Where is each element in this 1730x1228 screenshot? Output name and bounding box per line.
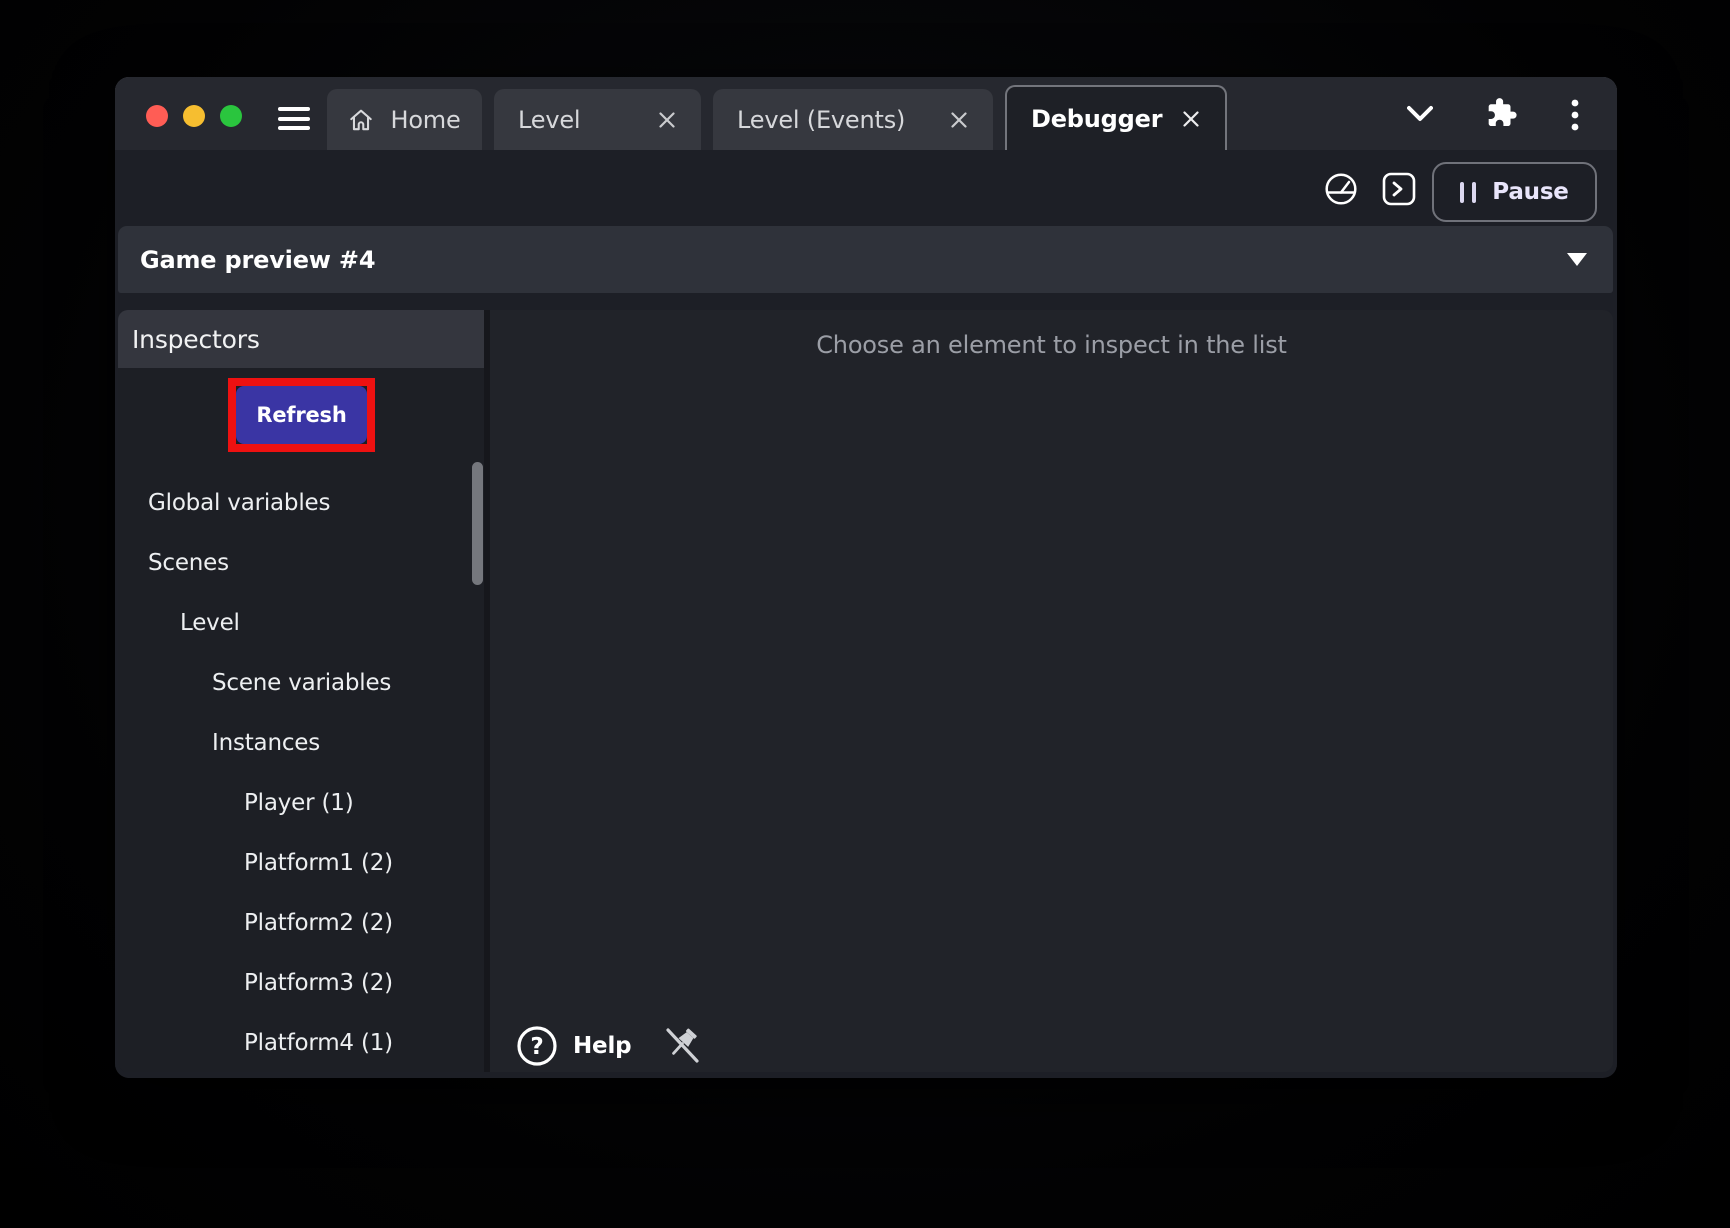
pause-button[interactable]: Pause <box>1432 162 1597 222</box>
tab-level-events[interactable]: Level (Events) <box>713 89 993 150</box>
refresh-button[interactable]: Refresh <box>236 386 367 444</box>
home-icon <box>348 107 374 133</box>
help-button[interactable]: ? Help <box>516 1025 631 1067</box>
hamburger-menu-icon[interactable] <box>278 107 310 131</box>
tree-item-instances[interactable]: Instances <box>118 713 484 773</box>
refresh-annotation-highlight: Refresh <box>228 378 375 452</box>
app-window: Home Level Level (Events) Debugger Pause Ga… <box>115 77 1617 1078</box>
inspector-main-area: Choose an element to inspect in the list… <box>490 310 1613 1072</box>
close-tab-icon[interactable] <box>949 110 969 130</box>
pause-button-label: Pause <box>1492 179 1568 205</box>
close-tab-icon[interactable] <box>1181 109 1201 129</box>
pause-icon <box>1460 182 1476 203</box>
tree-item-level[interactable]: Level <box>118 593 484 653</box>
tab-strip: Home Level Level (Events) Debugger <box>327 85 1227 150</box>
unpin-slashed-pin-icon[interactable] <box>663 1025 701 1067</box>
tree-item-player-1[interactable]: Player (1) <box>118 773 484 833</box>
zoom-window-button[interactable] <box>220 105 242 127</box>
tab-label: Level (Events) <box>737 106 905 134</box>
svg-text:?: ? <box>530 1034 543 1060</box>
tree-item-scenes[interactable]: Scenes <box>118 533 484 593</box>
screenshot-canvas: { "window": { "tabs": [ {"label": "Home"… <box>0 0 1730 1228</box>
tree-item-scene-variables[interactable]: Scene variables <box>118 653 484 713</box>
profiler-gauge-icon[interactable] <box>1324 172 1358 210</box>
close-tab-icon[interactable] <box>657 110 677 130</box>
question-mark-icon: ? <box>516 1025 558 1067</box>
kebab-menu-icon[interactable] <box>1570 98 1580 136</box>
game-preview-selector[interactable]: Game preview #4 <box>118 226 1613 293</box>
inspectors-title: Inspectors <box>132 325 260 354</box>
extensions-puzzle-icon[interactable] <box>1484 96 1518 134</box>
tree-item-platform2-2[interactable]: Platform2 (2) <box>118 893 484 953</box>
close-window-button[interactable] <box>146 105 168 127</box>
window-controls <box>146 105 242 127</box>
tab-home[interactable]: Home <box>327 89 482 150</box>
game-preview-label: Game preview #4 <box>140 246 375 274</box>
bottom-help-row: ? Help <box>516 1022 701 1070</box>
tree-item-global-variables[interactable]: Global variables <box>118 473 484 533</box>
empty-state-message: Choose an element to inspect in the list <box>490 331 1613 359</box>
tab-debugger[interactable]: Debugger <box>1005 85 1227 150</box>
minimize-window-button[interactable] <box>183 105 205 127</box>
tab-level[interactable]: Level <box>494 89 701 150</box>
caret-down-icon <box>1567 253 1587 266</box>
tree-item-platform1-2[interactable]: Platform1 (2) <box>118 833 484 893</box>
chevron-down-icon[interactable] <box>1407 105 1433 126</box>
tab-bar: Home Level Level (Events) Debugger <box>115 77 1617 150</box>
sidebar-scrollbar-thumb[interactable] <box>472 462 483 585</box>
tree-item-platform4-1[interactable]: Platform4 (1) <box>118 1013 484 1072</box>
tab-label: Home <box>390 106 460 134</box>
tab-label: Level <box>518 106 580 134</box>
console-icon[interactable] <box>1381 171 1417 211</box>
inspectors-sidebar: Inspectors Refresh Global variablesScene… <box>118 310 490 1072</box>
tree-item-platform3-2[interactable]: Platform3 (2) <box>118 953 484 1013</box>
inspectors-header: Inspectors <box>118 310 484 368</box>
tab-label: Debugger <box>1031 105 1162 133</box>
help-button-label: Help <box>573 1033 631 1059</box>
debugger-panel: Inspectors Refresh Global variablesScene… <box>118 310 1613 1072</box>
inspector-tree: Global variablesScenesLevelScene variabl… <box>118 473 484 1072</box>
